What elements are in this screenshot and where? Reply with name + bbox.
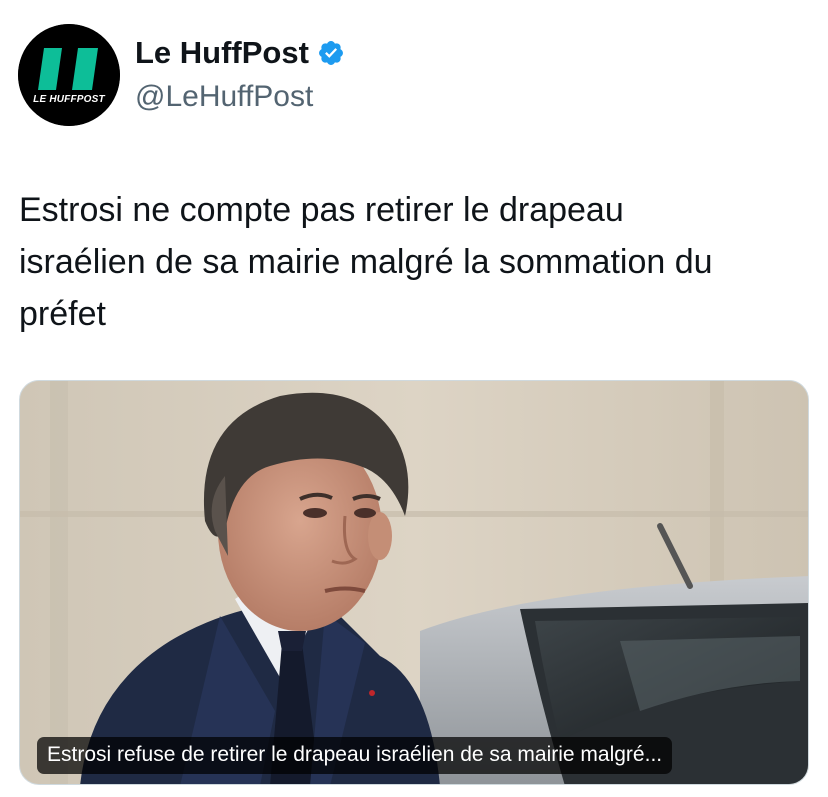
verified-badge-icon bbox=[318, 41, 343, 65]
account-handle[interactable]: @LeHuffPost bbox=[135, 79, 313, 115]
tweet-text-line: Estrosi ne compte pas retirer le drapeau bbox=[19, 191, 624, 229]
avatar-logo-text: LE HUFFPOST bbox=[33, 94, 105, 105]
tweet-text-line: préfet bbox=[19, 295, 106, 333]
avatar[interactable]: LE HUFFPOST bbox=[18, 24, 120, 126]
media-card[interactable]: Estrosi refuse de retirer le drapeau isr… bbox=[19, 380, 809, 785]
tweet-card[interactable]: LE HUFFPOST Le HuffPost @LeHuffPost Estr… bbox=[0, 0, 828, 797]
huffpost-logo-icon bbox=[18, 24, 120, 126]
tweet-text-line: israélien de sa mairie malgré la sommati… bbox=[19, 243, 713, 281]
tweet-text: Estrosi ne compte pas retirer le drapeau… bbox=[19, 184, 809, 340]
article-photo bbox=[20, 381, 808, 784]
name-row: Le HuffPost bbox=[135, 34, 345, 72]
display-name[interactable]: Le HuffPost bbox=[135, 34, 309, 72]
media-caption: Estrosi refuse de retirer le drapeau isr… bbox=[37, 737, 673, 774]
